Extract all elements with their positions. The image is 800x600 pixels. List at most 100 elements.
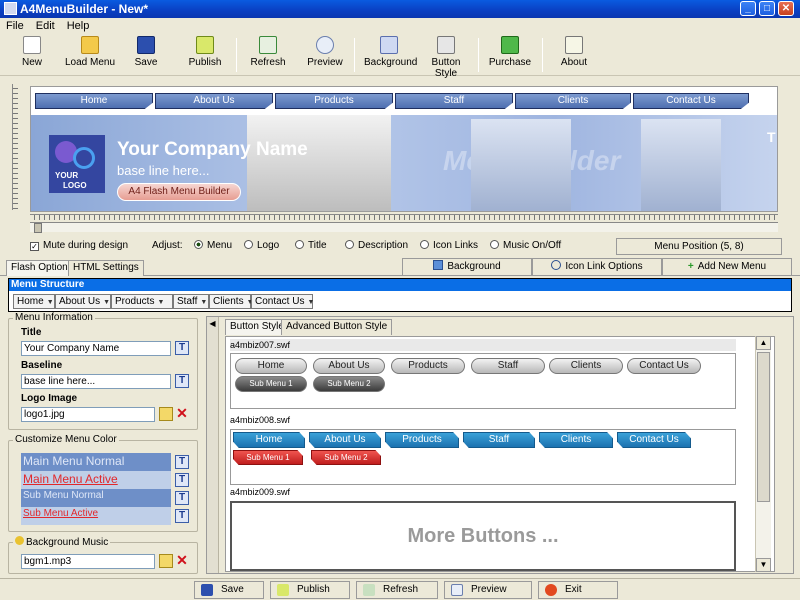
delete-x-icon[interactable]: ✕	[175, 406, 189, 421]
save-button[interactable]: Save	[194, 581, 264, 599]
radio-logo[interactable]: Logo	[244, 240, 279, 251]
preview-nav-clients[interactable]: Clients	[515, 93, 631, 109]
sub-menu-normal-swatch[interactable]: Sub Menu Normal	[21, 489, 171, 507]
logo-image-input[interactable]: logo1.jpg	[21, 407, 155, 422]
magnifier-icon	[316, 36, 334, 54]
preview-button[interactable]: Preview	[444, 581, 532, 599]
scroll-thumb[interactable]	[757, 352, 770, 502]
mute-checkbox[interactable]: ✓ Mute during design	[30, 240, 128, 251]
menu-edit[interactable]: Edit	[30, 18, 61, 32]
preview-nav-staff[interactable]: Staff	[395, 93, 513, 109]
menu-structure-item-home[interactable]: Home ▼	[13, 294, 55, 309]
main-active-font-icon[interactable]: T	[175, 473, 189, 487]
sub-menu-active-swatch[interactable]: Sub Menu Active	[21, 507, 171, 525]
menu-structure-item-products[interactable]: Products ▼	[111, 294, 173, 309]
publish-toolbar-button[interactable]: Publish	[186, 36, 224, 68]
toolbar-separator	[236, 38, 237, 72]
sub-active-font-icon[interactable]: T	[175, 509, 189, 523]
style-list-scrollbar[interactable]: ▲ ▼	[755, 336, 771, 572]
publish-icon	[277, 584, 289, 596]
radio-music[interactable]: Music On/Off	[490, 240, 561, 251]
purchase-toolbar-button[interactable]: Purchase	[488, 36, 532, 68]
new-button[interactable]: New	[18, 36, 46, 68]
style1-sub-1: Sub Menu 1	[235, 376, 307, 392]
magnifier-icon	[451, 584, 463, 596]
tennis-photo-1	[247, 115, 391, 211]
music-file-input[interactable]: bgm1.mp3	[21, 554, 155, 569]
baseline-font-icon[interactable]: T	[175, 374, 189, 388]
refresh-button[interactable]: Refresh	[356, 581, 438, 599]
tab-button-style[interactable]: Button Style	[225, 319, 289, 335]
style2-btn-home: Home	[233, 432, 305, 448]
add-new-menu-button[interactable]: + Add New Menu	[662, 258, 792, 276]
baseline-input[interactable]: base line here...	[21, 374, 171, 389]
menu-help[interactable]: Help	[61, 18, 96, 32]
menu-structure-item-staff[interactable]: Staff ▼	[173, 294, 209, 309]
about-toolbar-button[interactable]: About	[556, 36, 592, 68]
radio-title[interactable]: Title	[295, 240, 327, 251]
tab-advanced-button-style[interactable]: Advanced Button Style	[281, 319, 393, 335]
scroll-up-arrow-icon[interactable]: ▲	[756, 336, 771, 350]
button-style-option-1[interactable]: Home About Us Products Staff Clients Con…	[230, 353, 736, 409]
main-menu-active-swatch[interactable]: Main Menu Active	[21, 471, 171, 489]
exit-button[interactable]: Exit	[538, 581, 618, 599]
maximize-button[interactable]: □	[759, 1, 775, 16]
button-style-option-2[interactable]: Home About Us Products Staff Clients Con…	[230, 429, 736, 485]
save-toolbar-button[interactable]: Save	[132, 36, 160, 68]
radio-description[interactable]: Description	[345, 240, 408, 251]
publish-button[interactable]: Publish	[270, 581, 350, 599]
background-toolbar-button[interactable]: Background	[364, 36, 417, 68]
menu-structure-item-about[interactable]: About Us ▼	[55, 294, 111, 309]
load-menu-button[interactable]: Load Menu	[64, 36, 116, 68]
folder-browse-icon[interactable]	[159, 407, 173, 421]
title-input[interactable]: Your Company Name	[21, 341, 171, 356]
info-icon	[565, 36, 583, 54]
preview-nav-contact[interactable]: Contact Us	[633, 93, 749, 109]
menu-file[interactable]: File	[0, 18, 30, 32]
swf-header	[230, 339, 736, 351]
scroll-thumb[interactable]	[34, 223, 42, 233]
menu-structure-item-clients[interactable]: Clients▼	[209, 294, 254, 309]
collapse-strip[interactable]: ◀	[207, 317, 219, 573]
preview-scrollbar[interactable]	[30, 222, 778, 233]
customize-menu-color-group: Customize Menu Color Main Menu Normal T …	[8, 434, 198, 532]
main-normal-font-icon[interactable]: T	[175, 455, 189, 469]
preview-nav-products[interactable]: Products	[275, 93, 393, 109]
icon-link-options-button[interactable]: Icon Link Options	[532, 258, 662, 276]
background-tab-button[interactable]: Background	[402, 258, 532, 276]
radio-menu[interactable]: Menu	[194, 240, 232, 251]
scroll-down-arrow-icon[interactable]: ▼	[756, 558, 771, 572]
horizontal-ruler[interactable]	[30, 214, 778, 220]
flash-menu-preview[interactable]: Home About Us Products Staff Clients Con…	[30, 86, 778, 212]
preview-toolbar-button[interactable]: Preview	[306, 36, 344, 68]
main-menu-normal-swatch[interactable]: Main Menu Normal	[21, 453, 171, 471]
flash-menu-builder-button[interactable]: A4 Flash Menu Builder	[117, 183, 241, 201]
menu-bar: File Edit Help	[0, 18, 800, 34]
folder-browse-icon[interactable]	[159, 554, 173, 568]
tab-flash-options[interactable]: Flash Options	[6, 260, 78, 276]
radio-icon	[490, 240, 499, 249]
close-button[interactable]: ✕	[778, 1, 794, 16]
collapse-arrow-icon: ◀	[209, 319, 216, 328]
title-font-icon[interactable]: T	[175, 341, 189, 355]
refresh-toolbar-button[interactable]: Refresh	[250, 36, 286, 68]
dropdown-arrow-icon: ▼	[103, 299, 111, 306]
menu-structure-title: Menu Structure	[9, 279, 791, 291]
button-style-list: a4mbiz007.swf Home About Us Products Sta…	[225, 336, 775, 572]
menu-structure-item-contact[interactable]: Contact Us ▼	[251, 294, 314, 309]
sub-normal-font-icon[interactable]: T	[175, 491, 189, 505]
background-music-legend: Background Music	[13, 536, 111, 548]
exit-icon	[545, 584, 557, 596]
style1-sub-2: Sub Menu 2	[313, 376, 385, 392]
more-buttons-box[interactable]: More Buttons ...	[230, 501, 736, 571]
tab-html-settings[interactable]: HTML Settings	[68, 260, 144, 276]
delete-x-icon[interactable]: ✕	[175, 553, 189, 568]
refresh-icon	[363, 584, 375, 596]
adjust-label: Adjust:	[152, 240, 183, 251]
preview-nav-about[interactable]: About Us	[155, 93, 273, 109]
radio-icon-links[interactable]: Icon Links	[420, 240, 478, 251]
minimize-button[interactable]: _	[740, 1, 756, 16]
vertical-ruler[interactable]	[12, 84, 18, 210]
preview-nav-home[interactable]: Home	[35, 93, 153, 109]
button-style-toolbar-button[interactable]: Button Style	[420, 36, 472, 79]
